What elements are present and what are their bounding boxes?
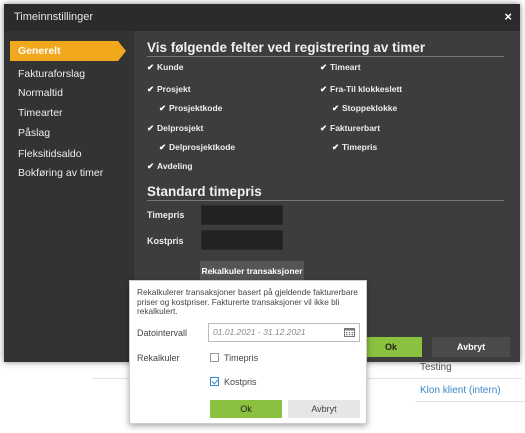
field-timeart-label: Timeart <box>330 62 361 72</box>
field-delprosjektkode[interactable]: ✔ Delprosjektkode <box>159 142 235 153</box>
sidebar-item-fleksitidsaldo[interactable]: Fleksitidsaldo <box>10 144 118 164</box>
field-avdeling-label: Avdeling <box>157 161 193 171</box>
timepris-checkbox[interactable] <box>210 353 219 362</box>
background-klon-klient-link[interactable]: Klon klient (intern) <box>420 385 501 396</box>
field-prosjektkode[interactable]: ✔ Prosjektkode <box>159 103 222 114</box>
field-prosjektkode-label: Prosjektkode <box>169 103 223 113</box>
date-interval-value: 01.01.2021 - 31.12.2021 <box>213 327 306 337</box>
close-icon[interactable]: × <box>504 9 512 24</box>
field-timeart[interactable]: ✔ Timeart <box>320 62 361 73</box>
sidebar-item-fakturaforslag[interactable]: Fakturaforslag <box>10 64 118 84</box>
check-icon: ✔ <box>159 142 167 152</box>
kostpris-label: Kostpris <box>147 236 184 246</box>
field-stoppeklokke-label: Stoppeklokke <box>342 103 398 113</box>
calendar-icon[interactable] <box>344 327 355 337</box>
date-interval-input[interactable]: 01.01.2021 - 31.12.2021 <box>208 323 360 342</box>
field-avdeling[interactable]: ✔ Avdeling <box>147 161 193 172</box>
kostpris-option-label: Kostpris <box>224 377 257 387</box>
field-delprosjekt-label: Delprosjekt <box>157 123 204 133</box>
check-icon: ✔ <box>159 103 167 113</box>
check-icon: ✔ <box>320 123 328 133</box>
recalculate-label: Rekalkuler <box>137 353 180 363</box>
field-stoppeklokke[interactable]: ✔ Stoppeklokke <box>332 103 397 114</box>
field-kunde[interactable]: ✔ Kunde <box>147 62 183 73</box>
field-kunde-label: Kunde <box>157 62 184 72</box>
check-icon: ✔ <box>147 123 155 133</box>
kostpris-checkbox[interactable] <box>210 377 219 386</box>
check-icon: ✔ <box>332 142 340 152</box>
popup-ok-button[interactable]: Ok <box>210 400 282 418</box>
field-timepris[interactable]: ✔ Timepris <box>332 142 377 153</box>
check-icon: ✔ <box>147 84 155 94</box>
check-icon: ✔ <box>147 62 155 72</box>
background-testing-label: Testing <box>420 362 452 373</box>
sidebar-item-paslag[interactable]: Påslag <box>10 123 118 143</box>
field-prosjekt[interactable]: ✔ Prosjekt <box>147 84 191 95</box>
dialog-cancel-button[interactable]: Avbryt <box>432 337 510 357</box>
sidebar-item-timearter[interactable]: Timearter <box>10 103 118 123</box>
section-fields-title: Vis følgende felter ved registrering av … <box>147 40 426 55</box>
timepris-input[interactable] <box>201 205 283 225</box>
dialog-ok-button[interactable]: Ok <box>360 337 422 357</box>
check-icon: ✔ <box>320 62 328 72</box>
field-timepris-label: Timepris <box>342 142 378 152</box>
timepris-label: Timepris <box>147 210 185 220</box>
field-fra-til-label: Fra-Til klokkeslett <box>330 84 403 94</box>
sidebar-item-bokforing[interactable]: Bokføring av timer <box>10 163 118 183</box>
check-icon: ✔ <box>147 161 155 171</box>
field-fra-til[interactable]: ✔ Fra-Til klokkeslett <box>320 84 402 95</box>
dialog-title: Timeinnstillinger <box>14 11 94 23</box>
background-divider-2 <box>415 401 525 402</box>
field-fakturerbart[interactable]: ✔ Fakturerbart <box>320 123 380 134</box>
field-prosjekt-label: Prosjekt <box>157 84 191 94</box>
settings-sidebar: Generelt Fakturaforslag Normaltid Timear… <box>4 31 134 362</box>
field-delprosjekt[interactable]: ✔ Delprosjekt <box>147 123 203 134</box>
dialog-titlebar: Timeinnstillinger × <box>4 4 520 31</box>
check-icon: ✔ <box>320 84 328 94</box>
recalculate-transactions-button[interactable]: Rekalkuler transaksjoner <box>200 261 304 281</box>
timepris-option-label: Timepris <box>224 353 259 363</box>
section-fields-divider <box>147 56 504 57</box>
kostpris-input[interactable] <box>201 230 283 250</box>
popup-cancel-button[interactable]: Avbryt <box>288 400 360 418</box>
recalculate-description: Rekalkulerer transaksjoner basert på gje… <box>137 287 358 316</box>
section-price-title: Standard timepris <box>147 184 262 199</box>
section-price-divider <box>147 200 504 201</box>
check-icon: ✔ <box>332 103 340 113</box>
date-interval-label: Datointervall <box>137 328 188 338</box>
recalculate-popup: Rekalkulerer transaksjoner basert på gje… <box>129 280 367 424</box>
sidebar-item-generelt[interactable]: Generelt <box>10 41 126 61</box>
sidebar-item-normaltid[interactable]: Normaltid <box>10 83 118 103</box>
field-delprosjektkode-label: Delprosjektkode <box>169 142 236 152</box>
field-fakturerbart-label: Fakturerbart <box>330 123 381 133</box>
